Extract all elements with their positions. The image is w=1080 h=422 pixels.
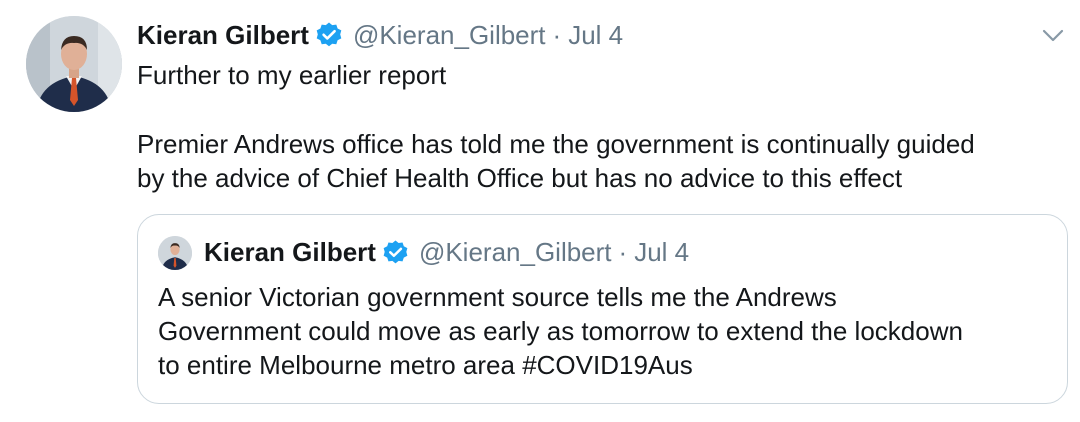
quoted-avatar [158,236,192,270]
tweet-card: Kieran Gilbert @Kieran_Gilbert · Jul 4 F… [0,0,1080,422]
tweet-date[interactable]: Jul 4 [568,18,623,52]
separator-dot: · [552,20,562,50]
tweet-text-line: Premier Andrews office has told me the g… [137,129,975,159]
quoted-text-line: A senior Victorian government source tel… [158,282,837,312]
verified-badge-icon [315,21,343,49]
verified-badge-icon [382,239,409,266]
separator-dot: · [618,237,628,267]
chevron-down-icon[interactable] [1040,22,1066,48]
quoted-tweet-date: Jul 4 [634,237,690,267]
quoted-avatar-photo [158,236,192,270]
tweet-text-line: Further to my earlier report [137,60,447,90]
quoted-author-name: Kieran Gilbert [204,237,376,267]
avatar-photo [26,16,122,112]
quoted-tweet-header: Kieran Gilbert @Kieran_Gilbert · Jul 4 [204,235,689,269]
author-handle[interactable]: @Kieran_Gilbert [353,18,546,52]
avatar[interactable] [26,16,122,112]
tweet-text-line: by the advice of Chief Health Office but… [137,163,903,193]
quoted-text-line: Government could move as early as tomorr… [158,316,963,346]
author-name[interactable]: Kieran Gilbert [137,18,309,52]
quoted-text-line: to entire Melbourne metro area #COVID19A… [158,350,693,380]
tweet-header: Kieran Gilbert @Kieran_Gilbert · Jul 4 [137,18,623,52]
quoted-author-handle: @Kieran_Gilbert [418,237,612,267]
quoted-tweet-card[interactable]: Kieran Gilbert @Kieran_Gilbert · Jul 4 A… [137,214,1068,404]
